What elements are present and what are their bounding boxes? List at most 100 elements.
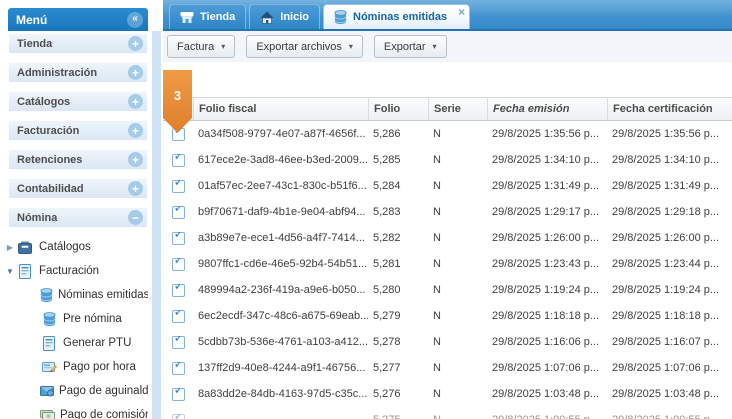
cell-fecha-certificacion: 29/8/2025 1:26:00 p... — [607, 232, 732, 244]
row-checkbox[interactable]: ✓ — [172, 336, 185, 349]
tree-item-label: Pago de aguinaldo — [59, 385, 148, 397]
sidebar-item-contabilidad[interactable]: Contabilidad + — [8, 178, 148, 199]
sidebar-item-retenciones[interactable]: Retenciones + — [8, 149, 148, 170]
table-row[interactable]: ✓ 8a83dd2e-84db-4163-97d5-c35c... 5,276 … — [163, 381, 732, 407]
cell-serie: N — [428, 232, 487, 244]
tree-item-label: Pago por hora — [63, 361, 136, 373]
row-checkbox[interactable]: ✓ — [172, 388, 185, 401]
row-checkbox[interactable]: ✓ — [172, 154, 185, 167]
cell-folio: 5,283 — [368, 206, 428, 218]
store-icon — [180, 11, 194, 24]
row-checkbox[interactable]: ✓ — [172, 284, 185, 297]
column-header-folio-fiscal[interactable]: Folio fiscal — [193, 98, 368, 120]
cell-fecha-emision: 29/8/2025 1:31:49 p... — [487, 180, 607, 192]
cell-fecha-emision: 29/8/2025 1:26:00 p... — [487, 232, 607, 244]
panel-splitter[interactable] — [152, 31, 161, 419]
tab-bar: Tienda Inicio Nóminas emitidas × — [163, 0, 732, 31]
tree-item-pago-de-comision[interactable]: Pago de comisión — [0, 403, 148, 419]
cell-folio: 5,286 — [368, 128, 428, 140]
sidebar-item-tienda[interactable]: Tienda + — [8, 33, 148, 54]
expand-plus-icon[interactable]: + — [128, 123, 143, 138]
cell-fecha-emision: 29/8/2025 1:35:56 p... — [487, 128, 607, 140]
row-checkbox[interactable]: ✓ — [172, 362, 185, 375]
expand-plus-icon[interactable]: + — [128, 152, 143, 167]
dropdown-caret-icon: ▾ — [433, 42, 437, 51]
close-tab-icon[interactable]: × — [458, 6, 465, 18]
tree-item-pago-por-hora[interactable]: Pago por hora — [0, 355, 148, 379]
tree-item-catalogos[interactable]: ▶ Catálogos — [0, 235, 148, 259]
envelope-icon — [40, 385, 54, 397]
check-icon: ✓ — [174, 206, 185, 214]
cell-fecha-certificacion: 29/8/2025 1:19:24 p... — [607, 284, 732, 296]
cell-folio: 5,282 — [368, 232, 428, 244]
cell-serie: N — [428, 128, 487, 140]
row-checkbox[interactable]: ✓ — [172, 258, 185, 271]
chevron-right-icon[interactable]: ▶ — [4, 243, 16, 252]
table-row[interactable]: ✓ 489994a2-236f-419a-a9e6-b050... 5,280 … — [163, 277, 732, 303]
cell-fecha-certificacion: 29/8/2025 1:29:18 p... — [607, 206, 732, 218]
table-row[interactable]: ✓ 5cdbb73b-536e-4761-a103-a412... 5,278 … — [163, 329, 732, 355]
collapse-sidebar-icon[interactable]: « — [127, 12, 143, 28]
table-row[interactable]: ✓ ... 5,275 N 29/8/2025 1:00:55 p... 29/… — [163, 407, 732, 419]
exportar-archivos-button[interactable]: Exportar archivos ▾ — [246, 35, 363, 58]
tab-tienda[interactable]: Tienda — [169, 4, 246, 29]
table-row[interactable]: ✓ a3b89e7e-ece1-4d56-a4f7-7414... 5,282 … — [163, 225, 732, 251]
tree-item-pre-nomina[interactable]: Pre nómina — [0, 307, 148, 331]
tree-item-label: Facturación — [39, 265, 99, 277]
cell-fecha-emision: 29/8/2025 1:34:10 p... — [487, 154, 607, 166]
table-row[interactable]: ✓ 137ff2d9-40e8-4244-a9f1-46756... 5,277… — [163, 355, 732, 381]
expand-plus-icon[interactable]: + — [128, 181, 143, 196]
table-row[interactable]: ✓ 9807ffc1-cd6e-46e5-92b4-54b51... 5,281… — [163, 251, 732, 277]
sidebar-item-label: Contabilidad — [17, 183, 84, 195]
cell-fecha-emision: 29/8/2025 1:16:06 p... — [487, 336, 607, 348]
tree-item-pago-de-aguinaldo[interactable]: Pago de aguinaldo — [0, 379, 148, 403]
card-pencil-icon — [40, 361, 58, 374]
cell-serie: N — [428, 180, 487, 192]
factura-button[interactable]: Factura ▾ — [167, 35, 235, 58]
expand-plus-icon[interactable]: + — [128, 36, 143, 51]
row-checkbox[interactable]: ✓ — [172, 232, 185, 245]
tree-item-label: Catálogos — [39, 241, 91, 253]
column-header-folio[interactable]: Folio — [368, 98, 428, 120]
tab-inicio[interactable]: Inicio — [249, 4, 320, 29]
table-row[interactable]: ✓ 617ece2e-3ad8-46ee-b3ed-2009... 5,285 … — [163, 147, 732, 173]
row-checkbox[interactable]: ✓ — [172, 310, 185, 323]
chevron-down-icon[interactable]: ▼ — [4, 267, 16, 276]
cell-fecha-certificacion: 29/8/2025 1:31:49 p... — [607, 180, 732, 192]
cell-folio: 5,277 — [368, 362, 428, 374]
column-header-fecha-certificacion[interactable]: Fecha certificación — [607, 98, 732, 120]
check-icon: ✓ — [174, 180, 185, 188]
row-checkbox[interactable]: ✓ — [172, 414, 185, 419]
cell-folio: 5,285 — [368, 154, 428, 166]
sidebar-item-administracion[interactable]: Administración + — [8, 62, 148, 83]
table-row[interactable]: ✓ 0a34f508-9797-4e07-a87f-4656f... 5,286… — [163, 121, 732, 147]
expand-plus-icon[interactable]: + — [128, 65, 143, 80]
tree-item-facturacion[interactable]: ▼ Facturación — [0, 259, 148, 283]
cell-folio: 5,281 — [368, 258, 428, 270]
sidebar-item-nomina[interactable]: Nómina − — [8, 207, 148, 228]
cell-serie: N — [428, 258, 487, 270]
tree-item-generar-ptu[interactable]: Generar PTU — [0, 331, 148, 355]
sidebar-item-catalogos[interactable]: Catálogos + — [8, 91, 148, 112]
collapse-minus-icon[interactable]: − — [128, 210, 143, 225]
tree-item-nominas-emitidas[interactable]: Nóminas emitidas — [0, 283, 148, 307]
money-icon — [40, 410, 55, 419]
column-header-fecha-emision[interactable]: Fecha emisión — [487, 98, 607, 120]
cell-folio: 5,280 — [368, 284, 428, 296]
row-checkbox[interactable]: ✓ — [172, 206, 185, 219]
button-label: Factura — [177, 41, 214, 53]
row-checkbox[interactable]: ✓ — [172, 180, 185, 193]
tab-nominas-emitidas[interactable]: Nóminas emitidas × — [323, 4, 470, 29]
expand-plus-icon[interactable]: + — [128, 94, 143, 109]
table-row[interactable]: ✓ 6ec2ecdf-347c-48c6-a675-69eab... 5,279… — [163, 303, 732, 329]
exportar-button[interactable]: Exportar ▾ — [374, 35, 447, 58]
dropdown-caret-icon: ▾ — [349, 42, 353, 51]
cell-folio-fiscal: b9f70671-daf9-4b1e-9e04-abf94... — [193, 206, 368, 218]
column-header-serie[interactable]: Serie — [428, 98, 487, 120]
table-row[interactable]: ✓ 01af57ec-2ee7-43c1-830c-b51f6... 5,284… — [163, 173, 732, 199]
button-label: Exportar archivos — [256, 41, 342, 53]
cell-fecha-certificacion: 29/8/2025 1:00:55 p... — [607, 414, 732, 419]
table-row[interactable]: ✓ b9f70671-daf9-4b1e-9e04-abf94... 5,283… — [163, 199, 732, 225]
box-icon — [16, 241, 34, 254]
sidebar-item-facturacion[interactable]: Facturación + — [8, 120, 148, 141]
